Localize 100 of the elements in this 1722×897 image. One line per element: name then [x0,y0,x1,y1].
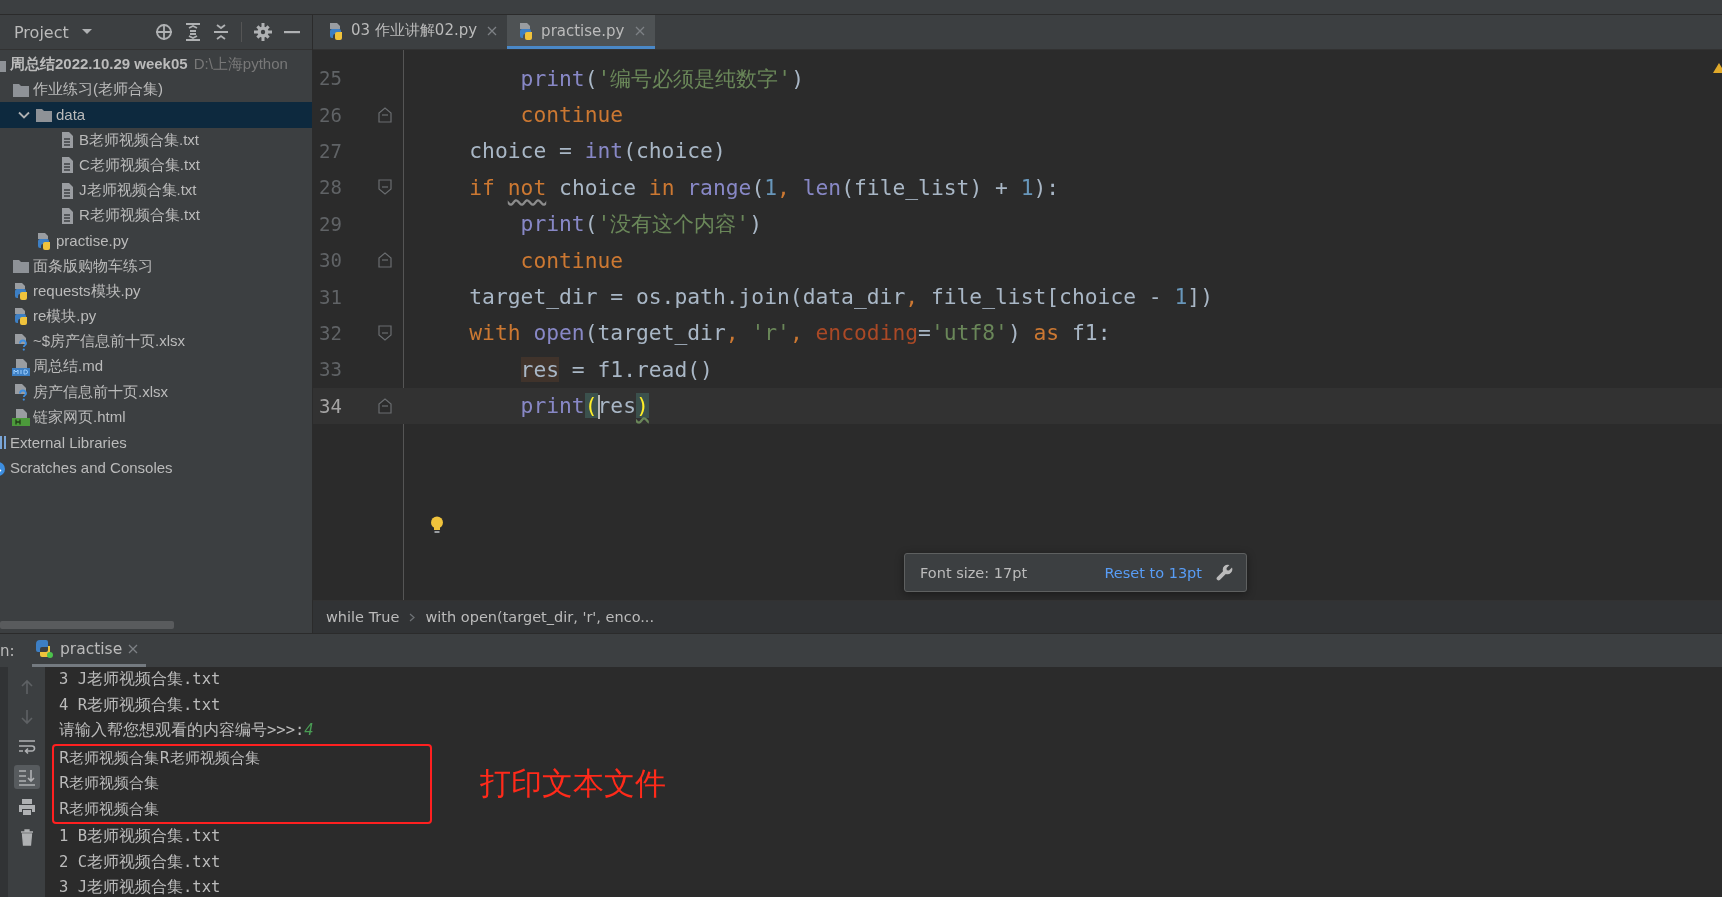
code-line: with open(target_dir, 'r', encoding='utf8') as f1: [468,320,1111,346]
run-tab[interactable]: practise [32,634,147,667]
console-line: 2 C老师视频合集.txt [59,851,222,873]
html-file-icon [12,408,30,427]
close-icon[interactable] [487,25,498,36]
tree-item-label: data [56,106,86,124]
unknown-file-icon [12,332,30,351]
console-line: 1 B老师视频合集.txt [59,826,222,847]
line-number: 31 [318,285,343,308]
font-size-text: Font size: 17pt [920,564,1029,581]
line-number: 30 [318,249,343,272]
tree-item-label: 面条版购物车练习 [33,256,153,276]
code-line: print(res) [519,392,649,419]
tree-item[interactable]: 周总结.md [0,354,312,380]
tree-item[interactable]: R老师视频合集.txt [0,203,312,229]
tree-item-label: 周总结2022.10.29 week05 [10,55,188,75]
tree-item-label: Scratches and Consoles [10,459,173,477]
console-line: R老师视频合集 [59,798,161,820]
settings-icon[interactable] [254,23,272,41]
tree-item-label: practise.py [56,232,129,250]
folder-icon [12,257,30,276]
python-file-icon [35,231,53,250]
crosshair-icon[interactable] [155,23,173,41]
fold-marker-icon[interactable] [378,179,392,196]
tree-item[interactable]: practise.py [0,228,312,254]
close-icon[interactable] [128,644,139,654]
line-number: 25 [318,67,343,90]
lightbulb-icon[interactable] [430,516,444,534]
editor-tab[interactable]: 03 作业讲解02.py [317,15,508,49]
markdown-file-icon [12,357,30,376]
tree-item-label: 作业练习(老师合集) [33,80,163,100]
line-number: 32 [318,321,343,344]
breadcrumb[interactable]: with open(target_dir, 'r', enco... [425,609,655,625]
line-number: 34 [318,394,343,417]
tree-item-label: C老师视频合集.txt [79,155,200,175]
tree-item-label: requests模块.py [33,281,141,301]
code-line: target_dir = os.path.join(data_dir, file_list[choice - 1]) [468,284,1213,310]
wrench-icon[interactable] [1216,563,1234,582]
fold-marker-icon[interactable] [378,252,392,269]
code-line: continue [519,247,624,273]
python-file-icon [327,21,345,40]
tab-label: practise.py [541,21,625,40]
tree-item[interactable]: ~$房产信息前十页.xlsx [0,329,312,355]
console-line: R老师视频合集R老师视频合集 [59,747,261,769]
tree-item[interactable]: 面条版购物车练习 [0,253,312,279]
line-number: 29 [318,212,343,235]
console-line: 3 J老师视频合集.txt [59,877,222,897]
code-line: continue [519,102,624,128]
tree-item-label: ~$房产信息前十页.xlsx [33,332,186,352]
dropdown-caret-icon[interactable] [80,28,93,36]
fold-marker-icon[interactable] [378,324,392,341]
annotation-text: 打印文本文件 [480,763,666,803]
project-path: D:\上海python [193,55,288,75]
tree-item-label: 房产信息前十页.xlsx [33,382,168,402]
line-number: 26 [318,103,343,126]
code-line: if not choice in range(1, len(file_list) + 1): [468,174,1060,200]
console-line: R老师视频合集 [59,773,161,794]
tree-item[interactable]: 作业练习(老师合集) [0,77,312,103]
breadcrumb[interactable]: while True [326,609,400,625]
warning-icon[interactable] [1712,62,1722,74]
editor-tab[interactable]: practise.py [507,15,655,49]
chevron-icon [409,612,416,622]
python-file-icon [12,282,30,301]
code-line: choice = int(choice) [468,138,726,164]
fold-marker-icon[interactable] [378,106,392,123]
expand-all-icon[interactable] [185,23,201,41]
tree-item[interactable]: J老师视频合集.txt [0,177,312,204]
tree-item-label: re模块.py [33,306,97,326]
minimize-icon[interactable] [284,30,300,34]
code-line: print('没有这个内容') [519,210,762,239]
tree-item[interactable]: Scratches and Consoles [0,455,312,481]
fold-marker-icon[interactable] [378,397,392,414]
tree-item-label: 周总结.md [33,357,103,377]
tree-item-label: B老师视频合集.txt [79,130,199,150]
collapse-all-icon[interactable] [213,23,229,41]
code-line: print('编号必须是纯数字') [519,64,804,93]
console-line: 3 J老师视频合集.txt [59,669,222,690]
tree-item[interactable]: re模块.py [0,303,312,330]
project-view-title[interactable]: Project [14,22,69,42]
console-line: 请输入帮您想观看的内容编号>>>:4 [59,720,315,741]
tree-item[interactable]: data [0,102,312,128]
tree-item[interactable]: requests模块.py [0,278,312,304]
tree-item-label: External Libraries [10,433,127,451]
tree-item[interactable]: B老师视频合集.txt [0,127,312,153]
tree-item[interactable]: 链家网页.html [0,404,312,430]
unknown-file-icon [12,383,30,402]
tree-item[interactable]: External Libraries [0,429,312,455]
tree-item-label: R老师视频合集.txt [79,206,200,226]
tree-item[interactable]: 周总结2022.10.29 week05 D:\上海python [0,52,312,78]
code-line: res = f1.read() [519,356,713,382]
reset-font-link[interactable]: Reset to 13pt [1104,564,1202,581]
tree-item-label: 链家网页.html [33,407,126,427]
tree-item[interactable]: C老师视频合集.txt [0,152,312,178]
line-number: 28 [318,176,343,199]
horizontal-scrollbar[interactable] [0,621,174,629]
console-line: 4 R老师视频合集.txt [59,694,222,716]
tree-item-label: J老师视频合集.txt [79,181,197,201]
tree-item[interactable]: 房产信息前十页.xlsx [0,379,312,405]
tab-label: 03 作业讲解02.py [351,21,478,40]
scroll-to-end-icon[interactable] [13,765,40,789]
